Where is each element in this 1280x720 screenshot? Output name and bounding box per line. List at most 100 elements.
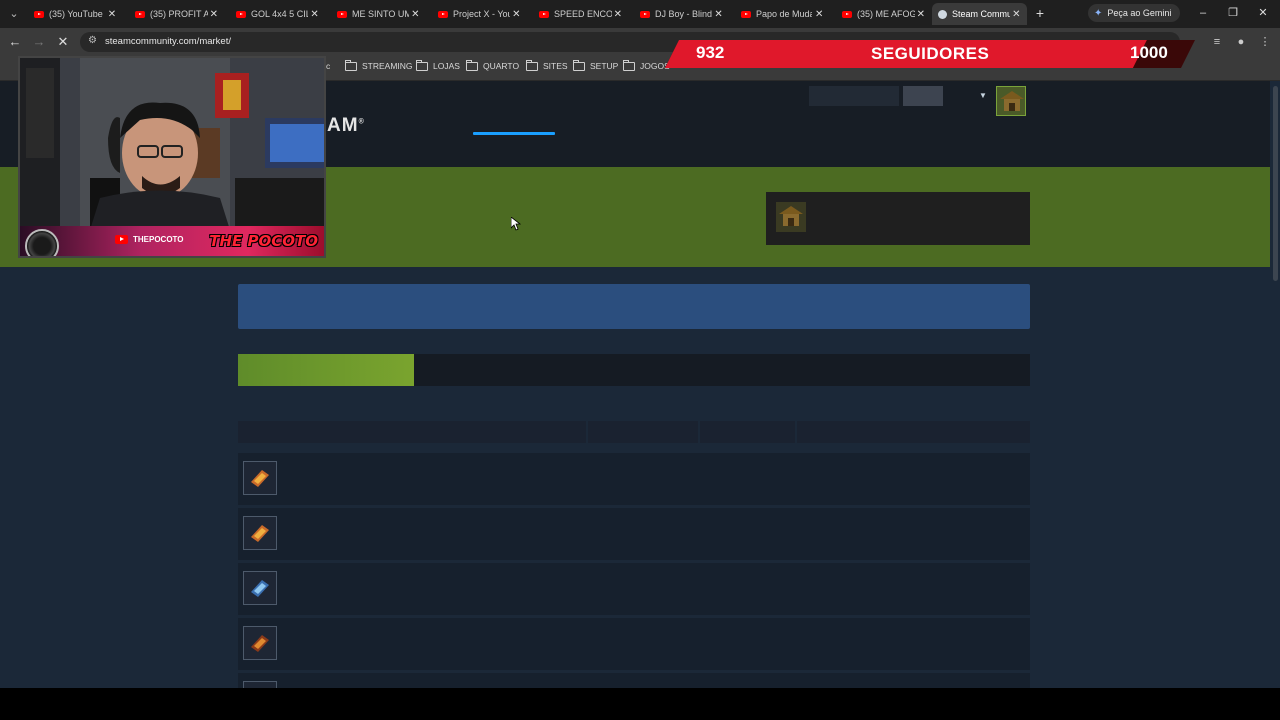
header-col-date[interactable] [700,421,795,443]
profile-avatar-icon[interactable]: ● [1234,35,1248,49]
mouse-cursor-icon [510,216,522,236]
market-listing-row[interactable] [238,563,1030,615]
close-window-icon[interactable]: ✕ [1256,6,1270,20]
folder-icon [623,59,635,71]
site-info-icon[interactable]: ⚙ [88,35,97,46]
webcam-footer-bar: THEPOCOTO THE POCOTO [20,226,324,256]
bookmark-label: LOJAS [433,61,460,71]
active-menu-indicator[interactable] [473,132,555,135]
channel-name: THEPOCOTO [133,235,184,244]
browser-tab[interactable]: Papo de Muda ✕ [735,3,830,25]
steam-logo-text: AM [327,115,359,136]
close-tab-icon[interactable]: ✕ [208,9,220,20]
url-text: steamcommunity.com/market/ [105,36,231,47]
user-avatar[interactable] [996,86,1026,116]
restore-icon[interactable]: ❐ [1226,6,1240,20]
item-thumbnail-icon[interactable] [243,626,277,660]
youtube-icon [115,235,128,244]
item-thumbnail-icon[interactable] [243,516,277,550]
ask-gemini-label: Peça ao Gemini [1107,8,1172,18]
market-listing-row[interactable] [238,673,1030,688]
close-tab-icon[interactable]: ✕ [510,9,523,20]
item-thumbnail-icon[interactable] [243,461,277,495]
followers-label: SEGUIDORES [871,44,990,63]
market-listing-row[interactable] [238,453,1030,505]
browser-tab-bar: ⌄ (35) YouTube✕ (35) PROFIT AF✕ GOL 4x4 5 … [0,0,1280,28]
youtube-icon [741,10,751,18]
browser-tab[interactable]: DJ Boy - Blinda ✕ [634,3,729,25]
folder-icon [573,59,585,71]
steam-logo[interactable]: AM® [327,115,365,137]
media-controls-icon[interactable]: ≡ [1210,35,1224,49]
header-col-name[interactable] [238,421,586,443]
wallet-avatar-image [776,202,806,232]
followers-current: 932 [696,43,725,62]
wallet-balance-card[interactable] [766,192,1030,245]
channel-logo-icon [25,229,59,256]
active-listing-tab[interactable] [238,354,414,386]
follower-goal-bar: 932 SEGUIDORES 1000 [665,40,1195,68]
browser-tab[interactable]: (35) YouTube ✕ [28,3,123,25]
tab-label: Project X - You [453,9,510,19]
bookmark-folder[interactable]: STREAMING [345,59,413,71]
market-listing-row[interactable] [238,618,1030,670]
close-tab-icon[interactable]: ✕ [712,9,725,20]
back-arrow-icon[interactable]: ← [7,34,23,50]
youtube-icon [34,10,44,18]
page-scrollbar-thumb[interactable] [1273,86,1278,281]
tab-label: Steam Commu [952,9,1010,19]
listing-tabs-bar [238,354,1030,386]
bookmark-folder[interactable]: JOGOS [623,59,670,71]
close-tab-icon[interactable]: ✕ [409,9,422,20]
youtube-icon [640,10,650,18]
header-search-field[interactable] [809,86,899,106]
close-tab-icon[interactable]: ✕ [308,9,321,20]
close-tab-icon[interactable]: ✕ [1010,9,1023,20]
browser-tab[interactable]: GOL 4x4 5 CILI ✕ [230,3,325,25]
browser-menu-icon[interactable]: ⋮ [1258,35,1272,49]
channel-brand-logo: THE POCOTO [209,232,318,250]
close-tab-icon[interactable]: ✕ [812,9,826,20]
listings-table-header [238,421,1030,443]
tab-label: GOL 4x4 5 CILI [251,9,309,19]
youtube-channel-tag: THEPOCOTO [115,235,184,244]
tab-label: Papo de Muda [756,9,813,19]
account-dropdown-caret-icon[interactable]: ▼ [979,91,987,100]
browser-tab[interactable]: (35) ME AFOGU✕ [836,3,931,25]
tab-label: SPEED ENCON [554,9,612,19]
market-listing-row[interactable] [238,508,1030,560]
stop-loading-icon[interactable]: ✕ [55,34,71,50]
browser-tab[interactable]: (35) PROFIT AF✕ [129,3,224,25]
bookmark-folder[interactable]: c [326,61,330,71]
close-tab-icon[interactable]: ✕ [105,9,119,20]
youtube-icon [539,10,549,18]
close-tab-icon[interactable]: ✕ [915,9,927,20]
tab-search-chevron-icon[interactable]: ⌄ [6,6,22,22]
item-thumbnail-icon[interactable] [243,681,277,688]
folder-icon [466,59,478,71]
browser-tab[interactable]: Project X - You ✕ [432,3,527,25]
folder-icon [416,59,428,71]
youtube-icon [337,10,347,18]
tab-label: (35) ME AFOGU [857,9,915,19]
tab-label: DJ Boy - Blinda [655,9,713,19]
youtube-icon [135,10,145,18]
item-thumbnail-icon[interactable] [243,571,277,605]
header-col-action[interactable] [797,421,1030,443]
ask-gemini-button[interactable]: ✦ Peça ao Gemini [1088,4,1180,22]
header-install-button[interactable] [903,86,943,106]
webcam-overlay: THEPOCOTO THE POCOTO [18,56,326,258]
bookmark-folder[interactable]: SETUP [573,59,618,71]
bookmark-label: STREAMING [362,61,413,71]
minimize-icon[interactable]: – [1196,6,1210,20]
browser-tab[interactable]: Steam Commu ✕ [932,3,1027,25]
new-tab-button[interactable]: + [1032,5,1048,21]
bookmark-folder[interactable]: SITES [526,59,568,71]
browser-tab[interactable]: SPEED ENCON✕ [533,3,628,25]
forward-arrow-icon[interactable]: → [31,34,47,50]
bookmark-folder[interactable]: QUARTO [466,59,519,71]
close-tab-icon[interactable]: ✕ [612,9,624,20]
header-col-price[interactable] [588,421,698,443]
browser-tab[interactable]: ME SINTO UM ✕ [331,3,426,25]
bookmark-folder[interactable]: LOJAS [416,59,460,71]
